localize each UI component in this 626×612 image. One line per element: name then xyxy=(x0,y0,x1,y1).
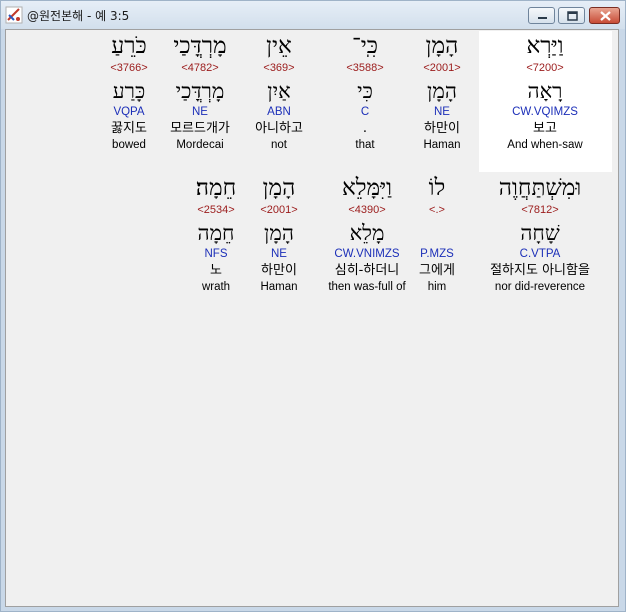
english-gloss: bowed xyxy=(112,139,146,151)
strong-number: <3588> xyxy=(346,62,384,74)
hebrew-lemma: כָּרַע xyxy=(112,79,146,103)
korean-gloss: 꿇지도 xyxy=(111,121,147,136)
hebrew-word: וַיִּמָּלֵא xyxy=(341,175,393,201)
hebrew-lemma: אַיִן xyxy=(267,79,291,103)
parsing-code: ABN xyxy=(267,106,291,118)
hebrew-lemma: שָׁחָה xyxy=(520,221,560,245)
hebrew-word: וַיַּרְא xyxy=(526,33,564,59)
hebrew-word: הָמָן xyxy=(425,33,459,59)
korean-gloss: 보고 xyxy=(533,121,557,136)
strong-number: <7812> xyxy=(521,204,559,216)
hebrew-word: חֵמָה׃ xyxy=(195,175,237,201)
parsing-code: C.VTPA xyxy=(519,248,561,260)
parsing-code: VQPA xyxy=(113,106,145,118)
word-cell[interactable]: כֹּרֵעַ <3766> כָּרַע VQPA 꿇지도 bowed xyxy=(86,32,172,153)
word-cell[interactable]: וַיִּמָּלֵא <4390> מָלֵא CW.VNIMZS 심히-하더니 the… xyxy=(324,174,410,295)
english-gloss: And when-saw xyxy=(507,139,583,151)
maximize-button[interactable] xyxy=(558,7,585,24)
interlinear-view[interactable]: וַיַּרְא <7200> רָאָה CW.VQIMZS 보고 And when-s… xyxy=(5,29,619,607)
word-cell[interactable]: וַיַּרְא <7200> רָאָה CW.VQIMZS 보고 And when-s… xyxy=(502,32,588,153)
hebrew-lemma: כִּי xyxy=(357,79,373,103)
parsing-code: CW.VQIMZS xyxy=(512,106,578,118)
strong-number: <369> xyxy=(263,62,295,74)
hebrew-word: וּמִשְׁתַּחֲוֶה xyxy=(498,175,582,201)
word-cell[interactable]: חֵמָה׃ <2534> חֵמָה NFS 노 wrath xyxy=(173,174,259,295)
korean-gloss: 노 xyxy=(210,263,222,278)
hebrew-lemma: מָלֵא xyxy=(349,221,385,245)
parsing-code: NFS xyxy=(204,248,228,260)
hebrew-word: כִּֽי־ xyxy=(351,33,379,59)
korean-gloss: 하만이 xyxy=(424,121,460,136)
parsing-code: NE xyxy=(434,106,450,118)
hebrew-lemma: חֵמָה xyxy=(197,221,235,245)
english-gloss: not xyxy=(271,139,287,151)
word-cell[interactable]: וּמִשְׁתַּחֲוֶה <7812> שָׁחָה C.VTPA 절하지도 아니… xyxy=(485,174,595,295)
english-gloss: that xyxy=(355,139,375,151)
parsing-code: C xyxy=(360,106,370,118)
hebrew-word: כֹּרֵעַ xyxy=(111,33,147,59)
app-icon[interactable] xyxy=(5,6,23,24)
word-cell[interactable]: אֵין <369> אַיִן ABN 아니하고 not xyxy=(236,32,322,153)
strong-number: <3766> xyxy=(110,62,148,74)
korean-gloss: 절하지도 아니함을 xyxy=(490,263,590,278)
close-icon xyxy=(600,11,611,21)
english-gloss: nor did-reverence xyxy=(494,281,586,293)
korean-gloss: 심히-하더니 xyxy=(334,263,400,278)
window-title: @원전본해 - 예 3:5 xyxy=(27,9,130,23)
english-gloss: then was-full of xyxy=(328,281,406,293)
word-cell[interactable]: הָמָן <2001> הָמָן NE 하만이 Haman xyxy=(399,32,485,153)
strong-number: <7200> xyxy=(526,62,564,74)
english-gloss: wrath xyxy=(201,281,231,293)
english-gloss: Haman xyxy=(423,139,461,151)
strong-number: <2534> xyxy=(197,204,235,216)
strong-number: <4390> xyxy=(348,204,386,216)
korean-gloss: 아니하고 xyxy=(255,121,303,136)
minimize-icon xyxy=(538,17,547,19)
parsing-code: CW.VNIMZS xyxy=(334,248,400,260)
korean-gloss: . xyxy=(362,121,368,136)
strong-number: <2001> xyxy=(423,62,461,74)
close-button[interactable] xyxy=(589,7,620,24)
app-window: @원전본해 - 예 3:5 וַיַּרְא <7200> רָאָה CW.VQIM… xyxy=(0,0,626,612)
word-cell[interactable]: כִּֽי־ <3588> כִּי C. that xyxy=(322,32,408,153)
minimize-button[interactable] xyxy=(528,7,555,24)
hebrew-lemma: הָמָן xyxy=(427,79,457,103)
hebrew-word: אֵין xyxy=(266,33,292,59)
title-bar[interactable]: @원전본해 - 예 3:5 xyxy=(1,1,625,29)
hebrew-lemma: רָאָה xyxy=(527,79,563,103)
